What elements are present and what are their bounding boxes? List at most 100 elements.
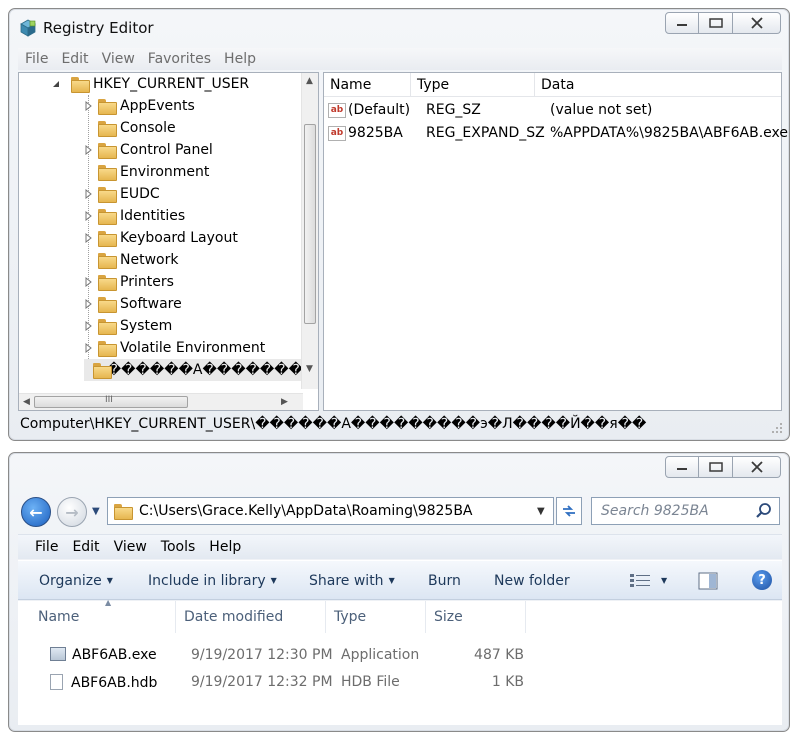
search-icon[interactable] xyxy=(755,502,773,520)
expanded-arrow-icon[interactable] xyxy=(51,79,61,89)
tree-node-suspicious-key[interactable]: ������А������� xyxy=(84,359,303,381)
help-icon[interactable]: ? xyxy=(752,570,772,590)
resize-grip-icon[interactable] xyxy=(771,422,783,434)
preview-pane-icon[interactable] xyxy=(698,572,718,590)
column-type-header[interactable]: Type xyxy=(326,601,426,633)
folder-icon xyxy=(98,121,117,137)
tree-node-network[interactable]: Network xyxy=(84,249,178,271)
column-type-header[interactable]: Type xyxy=(411,73,535,97)
ab-string-value-icon: ab xyxy=(328,125,346,141)
column-name-header[interactable]: Name xyxy=(324,73,411,97)
maximize-button[interactable] xyxy=(699,12,733,34)
menu-file[interactable]: File xyxy=(25,51,48,67)
include-in-library-button[interactable]: Include in library ▼ xyxy=(148,573,277,589)
file-row-hdb[interactable]: ABF6AB.hdb 9/19/2017 12:32 PM HDB File 1… xyxy=(18,670,782,696)
registry-tree-pane[interactable]: HKEY_CURRENT_USER AppEvents Console Cont… xyxy=(18,72,319,411)
scroll-right-arrow-icon[interactable]: ▶ xyxy=(281,397,288,407)
tree-node-eudc[interactable]: EUDC xyxy=(84,183,160,205)
tree-node-appevents[interactable]: AppEvents xyxy=(84,95,195,117)
file-list-header: Name ▲ Date modified Type Size xyxy=(18,598,782,633)
tree-node-hkey-current-user[interactable]: HKEY_CURRENT_USER xyxy=(51,73,249,95)
tree-vertical-scrollbar[interactable]: ▲ ▼ xyxy=(301,73,318,389)
tree-node-software[interactable]: Software xyxy=(84,293,182,315)
collapsed-arrow-icon[interactable] xyxy=(84,101,94,111)
collapsed-arrow-icon[interactable] xyxy=(84,277,94,287)
views-icon[interactable] xyxy=(630,574,650,588)
minimize-button[interactable] xyxy=(665,456,699,478)
refresh-button[interactable] xyxy=(556,497,582,525)
tree-node-system[interactable]: System xyxy=(84,315,172,337)
scroll-left-arrow-icon[interactable]: ◀ xyxy=(23,397,30,407)
menu-help[interactable]: Help xyxy=(209,539,241,555)
menu-view[interactable]: View xyxy=(102,51,135,67)
sort-ascending-icon: ▲ xyxy=(105,598,112,607)
tree-node-environment[interactable]: Environment xyxy=(84,161,209,183)
column-size-header[interactable]: Size xyxy=(426,601,526,633)
column-date-header[interactable]: Date modified xyxy=(176,601,326,633)
value-row-default[interactable]: ab (Default) REG_SZ (value not set) xyxy=(328,99,778,121)
search-placeholder[interactable]: Search 9825BA xyxy=(592,503,755,519)
collapsed-arrow-icon[interactable] xyxy=(84,343,94,353)
tree-node-console[interactable]: Console xyxy=(84,117,176,139)
menu-tools[interactable]: Tools xyxy=(161,539,196,555)
address-bar[interactable]: C:\Users\Grace.Kelly\AppData\Roaming\982… xyxy=(107,497,554,525)
tree-node-volatile-environment[interactable]: Volatile Environment xyxy=(84,337,265,359)
tree-node-label: EUDC xyxy=(120,186,160,202)
scroll-down-arrow-icon[interactable]: ▼ xyxy=(306,364,313,374)
recent-pages-dropdown-icon[interactable]: ▼ xyxy=(92,506,100,517)
menu-view[interactable]: View xyxy=(114,539,147,555)
file-type: HDB File xyxy=(341,674,400,690)
collapsed-arrow-icon[interactable] xyxy=(84,233,94,243)
file-size: 487 KB xyxy=(474,647,524,663)
menu-file[interactable]: File xyxy=(35,539,58,555)
file-row-exe[interactable]: ABF6AB.exe 9/19/2017 12:30 PM Applicatio… xyxy=(18,643,782,669)
value-row-9825ba[interactable]: ab 9825BA REG_EXPAND_SZ %APPDATA%\9825BA… xyxy=(328,122,788,144)
collapsed-arrow-icon[interactable] xyxy=(84,211,94,221)
menu-edit[interactable]: Edit xyxy=(72,539,99,555)
collapsed-arrow-icon[interactable] xyxy=(84,321,94,331)
vertical-scroll-thumb[interactable] xyxy=(304,124,316,324)
scroll-up-arrow-icon[interactable]: ▲ xyxy=(306,76,313,86)
views-dropdown-icon[interactable]: ▼ xyxy=(661,576,667,585)
close-button[interactable] xyxy=(733,456,781,478)
share-with-button[interactable]: Share with ▼ xyxy=(309,573,395,589)
new-folder-button[interactable]: New folder xyxy=(494,573,570,589)
menu-edit[interactable]: Edit xyxy=(61,51,88,67)
collapsed-arrow-icon[interactable] xyxy=(84,145,94,155)
status-bar: Computer\HKEY_CURRENT_USER\������А������… xyxy=(20,416,647,432)
tree-node-printers[interactable]: Printers xyxy=(84,271,174,293)
back-button[interactable]: ← xyxy=(21,497,51,527)
tree-node-label: Identities xyxy=(120,208,186,224)
tree-node-label: AppEvents xyxy=(120,98,195,114)
burn-button[interactable]: Burn xyxy=(428,573,461,589)
tree-node-identities[interactable]: Identities xyxy=(84,205,185,227)
tree-node-keyboard-layout[interactable]: Keyboard Layout xyxy=(84,227,238,249)
maximize-button[interactable] xyxy=(699,456,733,478)
minimize-icon xyxy=(677,468,687,470)
address-text[interactable]: C:\Users\Grace.Kelly\AppData\Roaming\982… xyxy=(139,503,537,519)
file-list-pane[interactable]: Name ▲ Date modified Type Size ABF6AB.ex… xyxy=(18,598,782,725)
ab-string-value-icon: ab xyxy=(328,102,346,118)
tree-horizontal-scrollbar[interactable]: ◀ III ▶ xyxy=(19,393,303,410)
tree-node-control-panel[interactable]: Control Panel xyxy=(84,139,213,161)
close-icon xyxy=(750,461,763,473)
collapsed-arrow-icon[interactable] xyxy=(84,189,94,199)
minimize-button[interactable] xyxy=(665,12,699,34)
menu-favorites[interactable]: Favorites xyxy=(148,51,211,67)
caption-buttons xyxy=(665,12,781,34)
collapsed-arrow-icon[interactable] xyxy=(84,299,94,309)
column-data-header[interactable]: Data xyxy=(535,73,781,97)
menu-help[interactable]: Help xyxy=(224,51,256,67)
forward-button[interactable]: → xyxy=(57,497,87,527)
search-box[interactable]: Search 9825BA xyxy=(591,497,780,525)
address-dropdown-icon[interactable]: ▼ xyxy=(537,506,553,517)
horizontal-scroll-thumb[interactable]: III xyxy=(34,395,188,408)
column-name-header[interactable]: Name xyxy=(30,601,176,633)
folder-icon xyxy=(98,231,117,247)
organize-button[interactable]: Organize ▼ xyxy=(39,573,113,589)
close-button[interactable] xyxy=(733,12,781,34)
registry-values-pane[interactable]: Name Type Data ab (Default) REG_SZ (valu… xyxy=(323,72,788,411)
registry-editor-window: Registry Editor File Edit View Favorites… xyxy=(8,8,790,441)
